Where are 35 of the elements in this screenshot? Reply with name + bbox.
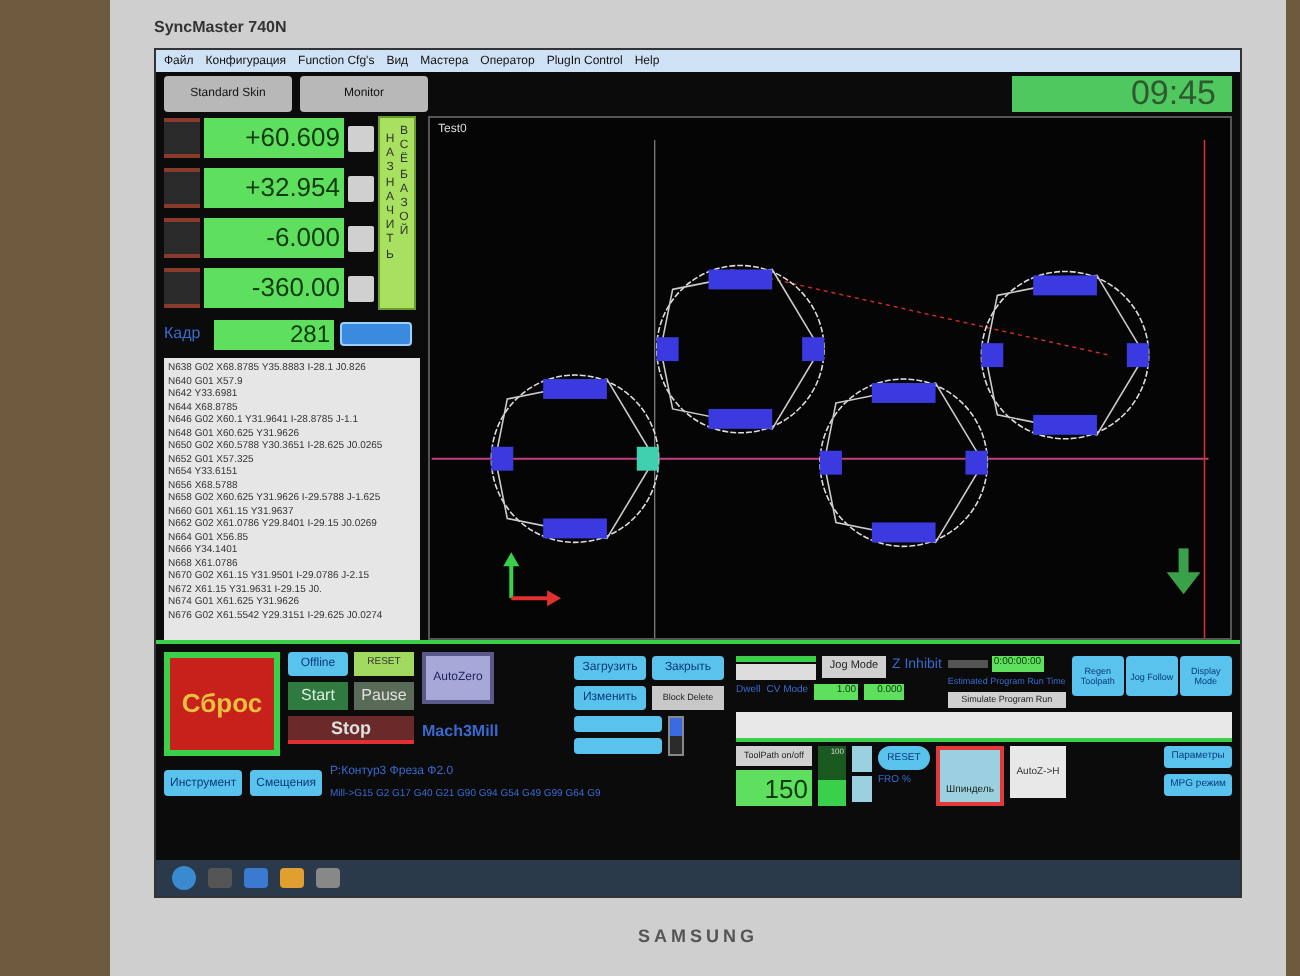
feed-field: 150 xyxy=(736,770,812,807)
dro-field: -360.00 xyxy=(204,268,344,308)
axis-button[interactable] xyxy=(164,268,200,308)
zero-button[interactable] xyxy=(348,125,374,151)
down-arrow-icon xyxy=(1166,548,1201,595)
pause-button[interactable]: Pause xyxy=(354,682,414,710)
monitor-model: SyncMaster 740N xyxy=(154,16,287,40)
stop-button[interactable]: Stop xyxy=(288,716,414,744)
minus-button[interactable] xyxy=(852,776,872,803)
clock: 09:45 xyxy=(1012,76,1232,112)
zero-button[interactable] xyxy=(348,275,374,301)
axis-button[interactable] xyxy=(164,218,200,258)
dro-field: +60.609 xyxy=(204,118,344,158)
toggle-switch[interactable] xyxy=(668,716,684,756)
monitor-brand: SAMSUNG xyxy=(637,923,758,950)
start-button[interactable]: Start xyxy=(288,682,348,710)
dro-field: -6.000 xyxy=(204,218,344,258)
line-label: Кадр xyxy=(164,322,203,346)
profile-label: Mach3Mill xyxy=(422,720,499,744)
taskbar-app-icon[interactable] xyxy=(208,868,232,888)
zero-button[interactable] xyxy=(348,225,374,251)
line-field: 281 xyxy=(214,319,334,349)
taskbar-app-icon[interactable] xyxy=(280,868,304,888)
line-button[interactable] xyxy=(340,322,412,346)
dro-field: +32.954 xyxy=(204,168,344,208)
mode-field xyxy=(736,664,816,680)
axis-button[interactable] xyxy=(164,118,200,158)
indicator-bar xyxy=(736,656,816,662)
zero-button[interactable] xyxy=(348,175,374,201)
taskbar-app-icon[interactable] xyxy=(316,868,340,888)
plus-button[interactable] xyxy=(852,746,872,773)
start-orb-icon[interactable] xyxy=(172,866,196,890)
taskbar-app-icon[interactable] xyxy=(244,868,268,888)
axis-triad-icon xyxy=(503,552,562,607)
axis-button[interactable] xyxy=(164,168,200,208)
